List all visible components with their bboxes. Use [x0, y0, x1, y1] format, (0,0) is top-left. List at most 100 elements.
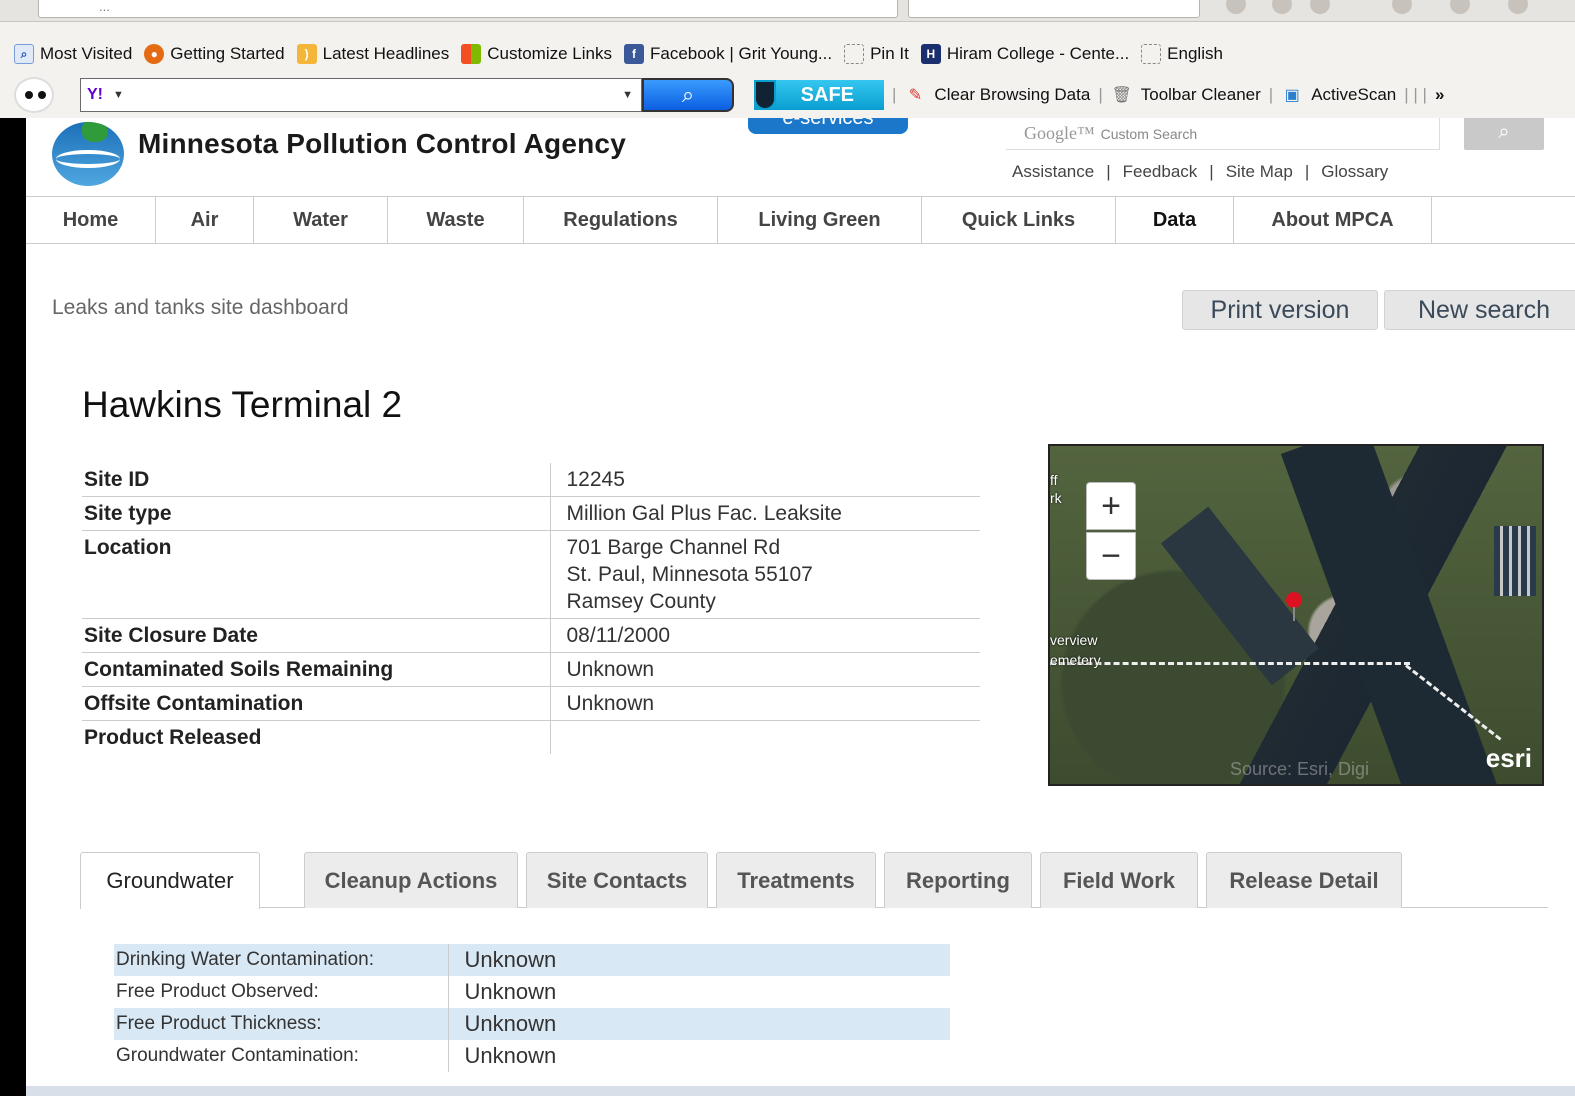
tab-groundwater[interactable]: Groundwater: [80, 852, 260, 909]
map-label: ff: [1050, 472, 1058, 488]
chevron-down-icon[interactable]: ▼: [622, 89, 633, 101]
home-icon[interactable]: [1450, 0, 1470, 14]
map-building: [1494, 526, 1536, 596]
link-assistance[interactable]: Assistance: [1012, 162, 1094, 182]
separator: |: [1268, 85, 1274, 104]
new-search-button[interactable]: New search: [1384, 290, 1575, 330]
table-row: Groundwater Contamination: Unknown: [114, 1040, 950, 1072]
bookmark-pin-it[interactable]: Pin It: [844, 44, 909, 64]
separator: |: [1106, 162, 1111, 181]
nav-quick-links[interactable]: Quick Links: [922, 197, 1116, 243]
agency-name[interactable]: Minnesota Pollution Control Agency: [138, 128, 626, 160]
scan-icon: ▣: [1284, 87, 1300, 104]
detail-label: Site ID: [82, 463, 551, 497]
nav-about-mpca[interactable]: About MPCA: [1234, 197, 1432, 243]
download-icon[interactable]: [1392, 0, 1412, 14]
separator: |: [1304, 162, 1310, 181]
activescan-button[interactable]: ▣ ActiveScan: [1281, 84, 1397, 106]
tab-field-work[interactable]: Field Work: [1040, 852, 1198, 908]
toolbar-cleaner-button[interactable]: 🗑 Toolbar Cleaner: [1111, 84, 1261, 106]
eservices-button[interactable]: e-services: [748, 118, 908, 134]
search-icon: ⌕: [681, 82, 695, 107]
safe-button[interactable]: SAFE: [754, 80, 884, 110]
toolbar-overflow-button[interactable]: »: [1435, 85, 1444, 105]
hiram-icon: H: [920, 44, 941, 64]
bookmark-facebook[interactable]: f Facebook | Grit Young...: [623, 44, 832, 64]
print-version-button[interactable]: Print version: [1182, 290, 1378, 330]
addon-icon[interactable]: [1310, 0, 1330, 14]
map-attribution: Source: Esri, Digi: [1230, 759, 1370, 779]
nav-home[interactable]: Home: [26, 197, 156, 243]
detail-row: Offsite Contamination Unknown: [82, 686, 980, 721]
bookmark-star-icon[interactable]: [1226, 0, 1246, 14]
bookmark-english[interactable]: English: [1141, 44, 1223, 64]
separator: |: [892, 85, 897, 104]
search-icon: ⌕: [14, 44, 34, 64]
link-feedback[interactable]: Feedback: [1123, 162, 1198, 182]
site-search-input[interactable]: Google™ Custom Search: [1006, 118, 1440, 150]
map-label: verview: [1050, 632, 1098, 648]
tab-release-detail[interactable]: Release Detail: [1206, 852, 1402, 908]
panda-icon[interactable]: [14, 77, 54, 113]
shield-icon: [754, 80, 776, 110]
status-bar: [26, 1086, 1575, 1096]
web-page: Minnesota Pollution Control Agency e-ser…: [26, 118, 1575, 1086]
url-bar-row: ...: [0, 0, 1575, 22]
nav-data[interactable]: Data: [1116, 197, 1234, 243]
library-icon[interactable]: [1272, 0, 1292, 14]
nav-waste[interactable]: Waste: [388, 197, 524, 243]
zoom-out-button[interactable]: −: [1086, 532, 1136, 580]
facebook-icon: f: [623, 44, 644, 64]
detail-row: Product Released: [82, 720, 980, 755]
nav-air[interactable]: Air: [156, 197, 254, 243]
separator: | | |: [1404, 85, 1427, 104]
zoom-in-button[interactable]: +: [1086, 482, 1136, 530]
bookmark-most-visited[interactable]: ⌕ Most Visited: [14, 44, 132, 64]
chat-icon[interactable]: [1508, 0, 1528, 14]
browser-search-box[interactable]: [908, 0, 1200, 18]
site-details-table: Site ID 12245 Site type Million Gal Plus Fa…: [82, 463, 980, 754]
table-row: Drinking Water Contamination: Unknown: [114, 944, 950, 976]
esri-logo: esri: [1485, 743, 1532, 773]
address-line: Ramsey County: [566, 590, 716, 613]
bookmark-getting-started[interactable]: ● Getting Started: [144, 44, 285, 64]
map-label: emetery: [1050, 652, 1101, 668]
bookmark-hiram-college[interactable]: H Hiram College - Cente...: [920, 44, 1129, 64]
trash-icon: 🗑: [1111, 87, 1132, 104]
nav-living-green[interactable]: Living Green: [718, 197, 922, 243]
detail-row: Site ID 12245: [82, 463, 980, 497]
address-line: St. Paul, Minnesota 55107: [566, 563, 813, 586]
tab-treatments[interactable]: Treatments: [716, 852, 876, 908]
mpca-logo[interactable]: [52, 122, 124, 186]
detail-value: 12245: [550, 463, 980, 497]
tab-reporting[interactable]: Reporting: [884, 852, 1032, 908]
link-site-map[interactable]: Site Map: [1226, 162, 1293, 182]
detail-label: Product Released: [82, 720, 551, 754]
groundwater-value: Unknown: [448, 1008, 950, 1040]
groundwater-value: Unknown: [464, 1043, 557, 1068]
site-search-button[interactable]: ⌕: [1464, 118, 1544, 150]
detail-label: Offsite Contamination: [82, 686, 551, 721]
link-glossary[interactable]: Glossary: [1321, 162, 1388, 182]
groundwater-value: Unknown: [448, 944, 950, 976]
bookmark-customize-links[interactable]: Customize Links: [461, 44, 612, 64]
yahoo-search-input[interactable]: Y! ▼ ▼: [80, 78, 642, 112]
page-icon: [1141, 44, 1162, 64]
location-pin-icon[interactable]: [1286, 592, 1302, 621]
nav-regulations[interactable]: Regulations: [524, 197, 718, 243]
yahoo-logo: Y!: [87, 86, 103, 103]
table-row: Free Product Thickness: Unknown: [114, 1008, 950, 1040]
site-map[interactable]: ff rk verview emetery + − Source: Esri, …: [1048, 444, 1544, 786]
tab-site-contacts[interactable]: Site Contacts: [526, 852, 708, 908]
rss-icon: ): [296, 44, 317, 64]
nav-water[interactable]: Water: [254, 197, 388, 243]
bookmark-latest-headlines[interactable]: ) Latest Headlines: [296, 44, 449, 64]
yahoo-search-button[interactable]: ⌕: [642, 78, 734, 112]
detail-value: Unknown: [550, 652, 980, 687]
tab-cleanup-actions[interactable]: Cleanup Actions: [304, 852, 518, 908]
address-bar[interactable]: ...: [38, 0, 898, 18]
clear-browsing-data-button[interactable]: ✎ Clear Browsing Data: [904, 84, 1091, 106]
detail-value: [550, 721, 980, 755]
chevron-down-icon[interactable]: ▼: [113, 89, 124, 101]
google-logo: Google™: [1024, 123, 1095, 143]
